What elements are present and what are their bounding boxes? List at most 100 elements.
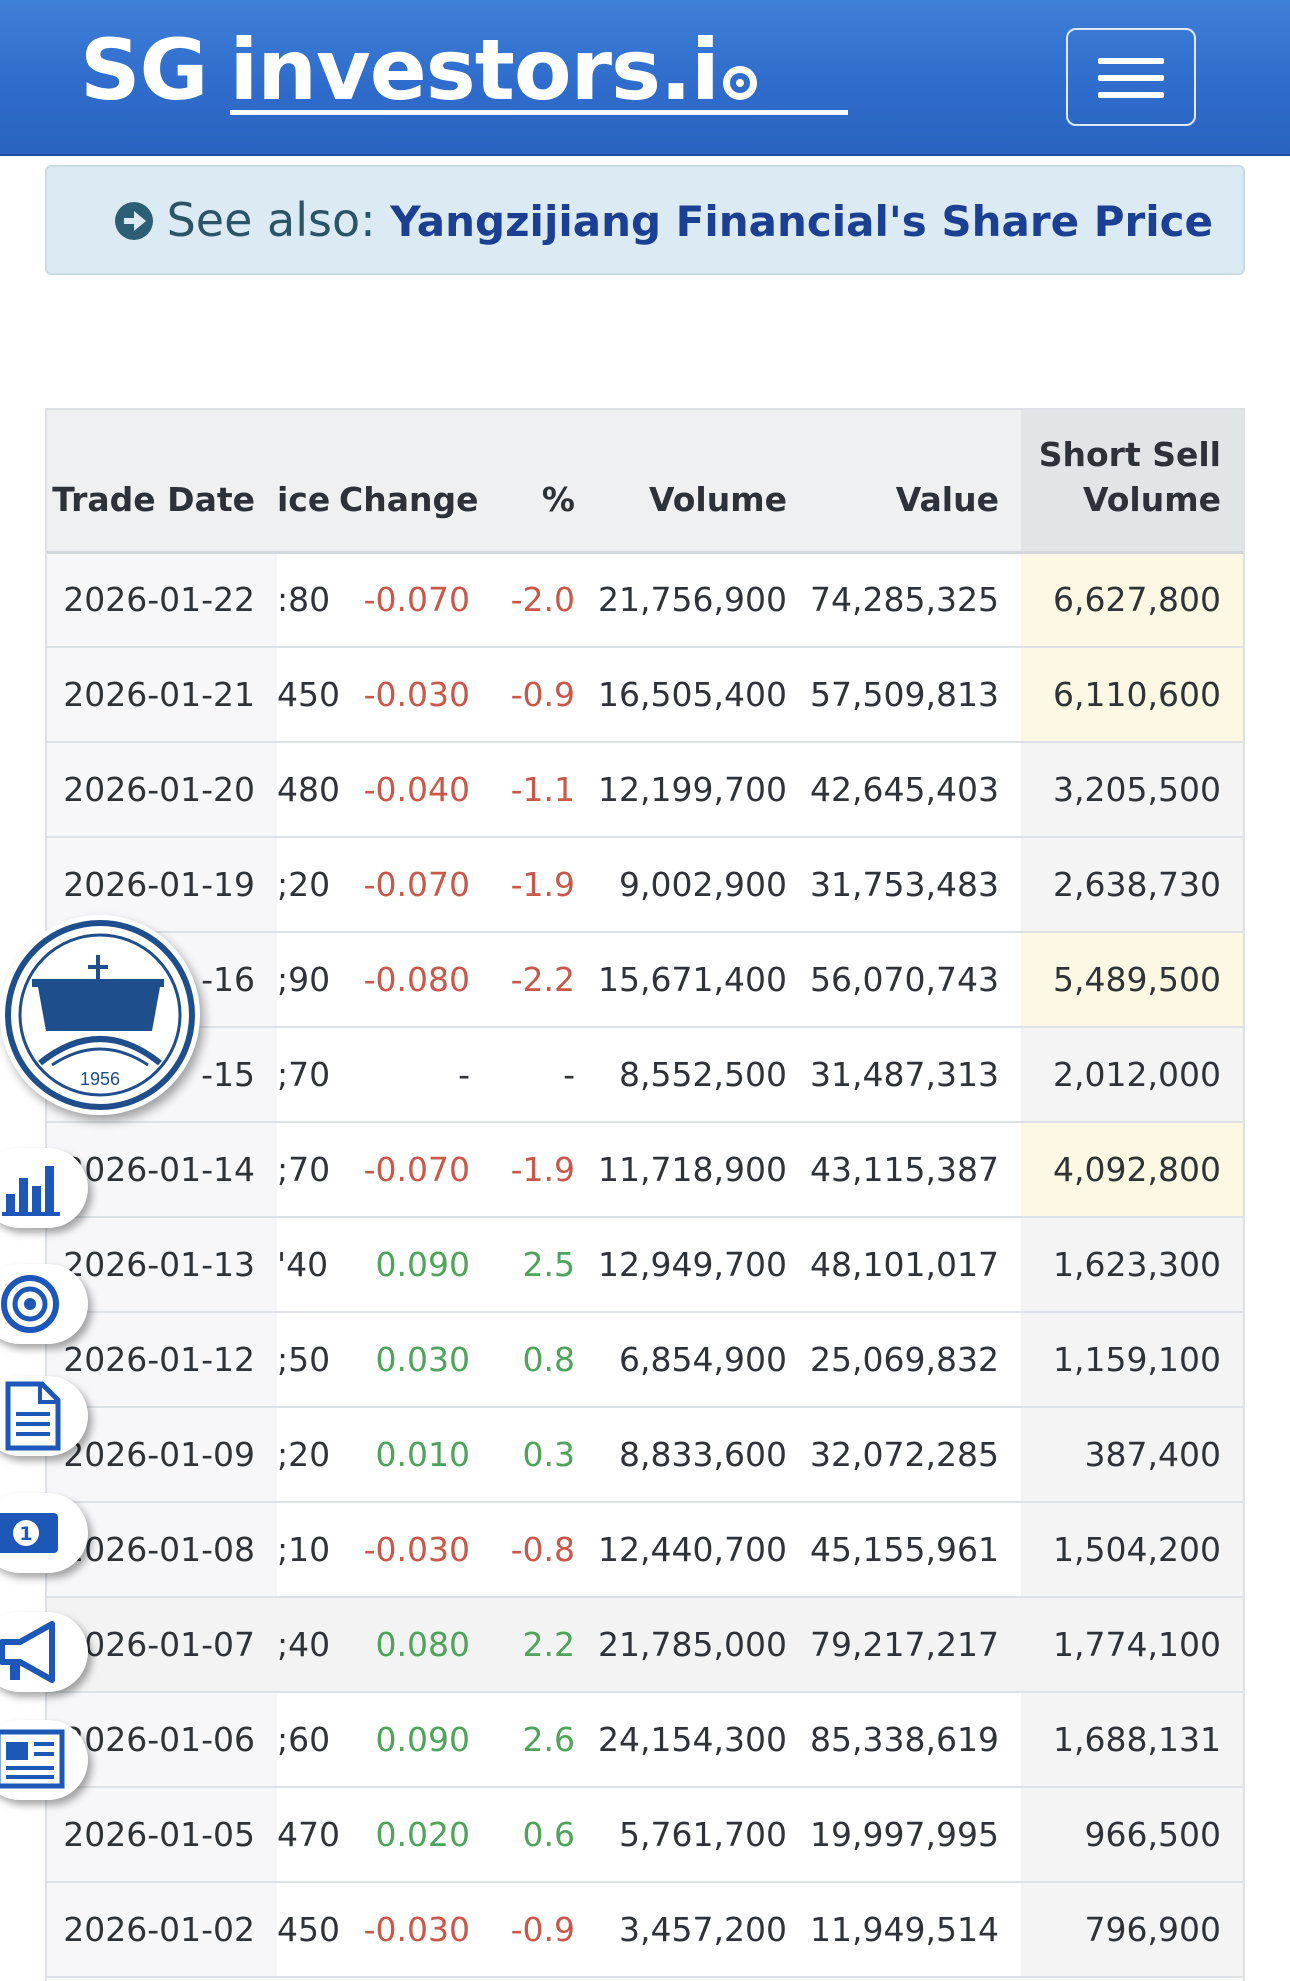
table-row: 2026-01-05 470 0.020 0.6 5,761,700 19,997,995… [47,1787,1243,1883]
see-also-label: See also: [166,193,376,247]
percent-change-cell: -0.9 [492,1882,597,1978]
price-cell: ;70 [277,1122,339,1218]
side-button-dividends[interactable]: 1 [0,1493,88,1573]
change-cell: 0.080 [339,1597,492,1693]
change-cell: -0.040 [339,742,492,838]
short-sell-volume-cell: 5,489,500 [1021,932,1243,1028]
logo-sg: SG [80,21,208,119]
money-icon: 1 [0,1513,58,1553]
site-logo[interactable]: SG investors.i [80,28,757,112]
bar-chart-icon [2,1166,60,1216]
table-row: 2026-01-19 ;20 -0.070 -1.9 9,002,900 31,753,4… [47,837,1243,933]
megaphone-icon [0,1621,55,1683]
volume-cell: 5,761,700 [597,1787,809,1883]
volume-cell: 16,505,400 [597,647,809,743]
value-cell: 85,338,619 [809,1692,1021,1788]
document-icon [5,1381,61,1451]
table-row: 2026-01-12 ;50 0.030 0.8 6,854,900 25,069,832… [47,1312,1243,1408]
table-body: 2026-01-22:80 -0.070 -2.0 21,756,900 74,285,… [47,552,1243,1978]
side-button-documents[interactable] [0,1376,88,1456]
price-cell: '40 [277,1217,339,1313]
trade-date-cell: 2026-01-21 [47,647,277,743]
short-sell-volume-cell: 1,159,100 [1021,1312,1243,1408]
hamburger-icon [1098,58,1164,64]
logo-investors: investors.i [229,21,719,119]
change-cell: - [339,1027,492,1123]
change-cell: -0.070 [339,837,492,933]
value-cell: 42,645,403 [809,742,1021,838]
volume-cell: 15,671,400 [597,932,809,1028]
table-row: 2026-01-22:80 -0.070 -2.0 21,756,900 74,285,… [47,552,1243,648]
value-cell: 45,155,961 [809,1502,1021,1598]
value-cell: 48,101,017 [809,1217,1021,1313]
table-header-row: Trade Date ice Change % Volume Value Sho… [47,410,1243,554]
hamburger-icon [1098,92,1164,98]
short-sell-volume-cell: 4,092,800 [1021,1122,1243,1218]
table-row: 2026-01-08 ;10 -0.030 -0.8 12,440,700 45,155,… [47,1502,1243,1598]
percent-change-cell: -0.9 [492,647,597,743]
change-cell: -0.030 [339,647,492,743]
price-cell: ;20 [277,1407,339,1503]
percent-change-cell: -2.0 [492,552,597,648]
change-cell: 0.030 [339,1312,492,1408]
column-header-short-sell-volume[interactable]: Short Sell Volume [1021,410,1243,554]
percent-change-cell: 0.3 [492,1407,597,1503]
see-also-banner: See also: Yangzijiang Financial's Share … [45,165,1245,275]
volume-cell: 21,785,000 [597,1597,809,1693]
change-cell: 0.090 [339,1217,492,1313]
value-cell: 43,115,387 [809,1122,1021,1218]
percent-change-cell: -2.2 [492,932,597,1028]
side-button-news[interactable] [0,1720,88,1800]
column-header-change[interactable]: Change [339,410,492,554]
volume-cell: 21,756,900 [597,552,809,648]
percent-change-cell: 2.6 [492,1692,597,1788]
change-cell: 0.010 [339,1407,492,1503]
value-cell: 56,070,743 [809,932,1021,1028]
column-header-percent[interactable]: % [492,410,597,554]
volume-cell: 3,457,200 [597,1882,809,1978]
hamburger-menu-button[interactable] [1066,28,1196,126]
company-logo-badge[interactable]: 1956 [0,915,200,1115]
arrow-circle-right-icon [114,202,153,240]
short-sell-volume-cell: 796,900 [1021,1882,1243,1978]
price-cell: ;40 [277,1597,339,1693]
price-cell: ;70 [277,1027,339,1123]
short-sell-label: Short Sell [1038,435,1221,475]
trade-date-cell: 2026-01-20 [47,742,277,838]
percent-change-cell: -0.8 [492,1502,597,1598]
percent-change-cell: -1.1 [492,742,597,838]
column-header-trade-date[interactable]: Trade Date [47,410,277,554]
side-button-target[interactable] [0,1264,88,1344]
newspaper-icon [0,1729,65,1789]
percent-change-cell: -1.9 [492,1122,597,1218]
table-row: 2026-01-21 450 -0.030 -0.9 16,505,400 57,509,… [47,647,1243,743]
column-header-volume[interactable]: Volume [597,410,809,554]
side-button-announcements[interactable] [0,1612,88,1692]
short-sell-volume-cell: 3,205,500 [1021,742,1243,838]
value-cell: 11,949,514 [809,1882,1021,1978]
logo-year: 1956 [80,1069,120,1089]
table-row: 2026-01-13'40 0.090 2.5 12,949,700 48,101,01… [47,1217,1243,1313]
see-also-link[interactable]: Yangzijiang Financial's Share Price [390,197,1213,246]
change-cell: 0.020 [339,1787,492,1883]
price-cell: ;90 [277,932,339,1028]
price-cell: 450 [277,647,339,743]
short-sell-volume-cell: 2,638,730 [1021,837,1243,933]
price-history-table-wrapper[interactable]: Trade Date ice Change % Volume Value Sho… [45,408,1245,1981]
change-cell: 0.090 [339,1692,492,1788]
value-cell: 25,069,832 [809,1312,1021,1408]
trade-date-cell: 2026-01-05 [47,1787,277,1883]
volume-cell: 11,718,900 [597,1122,809,1218]
column-header-price[interactable]: ice [277,410,339,554]
price-cell: 450 [277,1882,339,1978]
side-button-charts[interactable] [0,1148,88,1228]
short-sell-volume-cell: 6,627,800 [1021,552,1243,648]
value-cell: 57,509,813 [809,647,1021,743]
table-row: 2026-01-06 ;60 0.090 2.6 24,154,300 85,338,61… [47,1692,1243,1788]
change-cell: -0.070 [339,1122,492,1218]
column-header-value[interactable]: Value [809,410,1021,554]
table-row: 2026-01-09 ;20 0.010 0.3 8,833,600 32,072,285… [47,1407,1243,1503]
percent-change-cell: 0.8 [492,1312,597,1408]
percent-change-cell: 2.2 [492,1597,597,1693]
value-cell: 31,487,313 [809,1027,1021,1123]
